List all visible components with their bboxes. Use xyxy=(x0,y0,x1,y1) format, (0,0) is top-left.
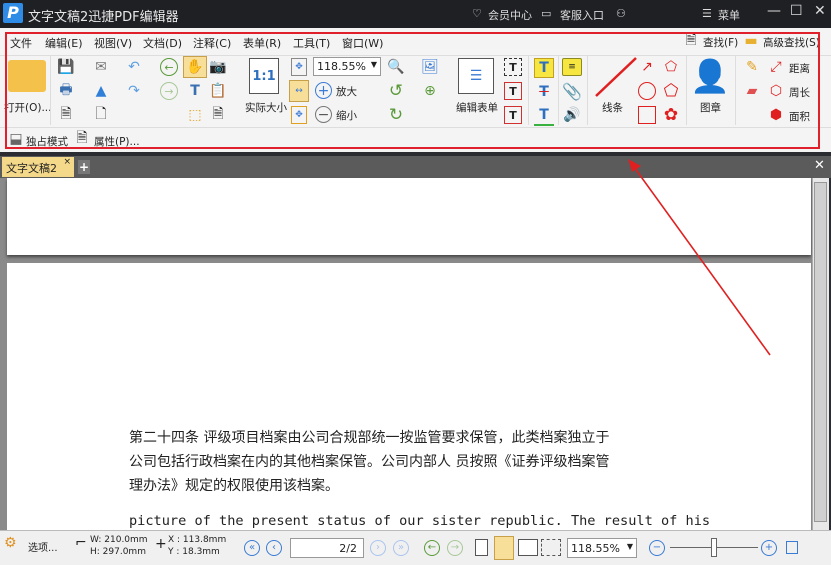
status-zoom-select[interactable]: 118.55% ▼ xyxy=(567,538,637,558)
first-page-button[interactable]: « xyxy=(244,540,260,556)
status-zoom-in-button[interactable]: + xyxy=(761,540,777,556)
page-height: H: 297.0mm xyxy=(90,547,146,557)
continuous-page-icon[interactable] xyxy=(494,536,514,560)
new-tab-button[interactable]: + xyxy=(78,160,90,174)
tab-bar xyxy=(0,156,831,178)
facing-page-icon[interactable] xyxy=(518,539,538,556)
app-logo-icon: P xyxy=(3,3,23,23)
chat-icon: ▭ xyxy=(541,7,551,20)
app-title: 文字文稿2迅捷PDF编辑器 xyxy=(28,6,179,25)
single-page-icon[interactable] xyxy=(475,539,488,556)
tab-document[interactable]: 文字文稿2 × xyxy=(2,157,74,177)
page-number-input[interactable]: 2/2 xyxy=(290,538,364,558)
close-button[interactable]: ✕ xyxy=(814,3,826,19)
continuous-facing-icon[interactable] xyxy=(541,539,561,556)
zoom-slider-handle[interactable] xyxy=(711,538,717,557)
highlight-box xyxy=(5,32,820,149)
cursor-y: Y : 18.3mm xyxy=(168,547,220,557)
status-zoom-out-button[interactable]: − xyxy=(649,540,665,556)
user-icon[interactable]: ⚇ xyxy=(616,7,626,20)
page-size-icon: ⌐ xyxy=(75,535,87,551)
options-button[interactable]: 选项... xyxy=(28,539,58,554)
doc-paragraph-line: 理办法》规定的权限使用该档案。 xyxy=(129,474,339,498)
support-button[interactable]: 客服入口 xyxy=(560,7,604,23)
status-bar: ⚙ 选项... ⌐ W: 210.0mm H: 297.0mm + X : 11… xyxy=(0,530,831,565)
gear-icon: ⚙ xyxy=(4,535,17,551)
page-2: 第二十四条 评级项目档案由公司合规部统一按监管要求保管，此类档案独立于 公司包括… xyxy=(7,263,811,533)
page-width: W: 210.0mm xyxy=(90,535,148,545)
history-back-button[interactable]: ← xyxy=(424,540,440,556)
cursor-position-icon: + xyxy=(155,536,167,552)
page-1 xyxy=(7,178,811,255)
tab-close-icon[interactable]: × xyxy=(63,157,71,167)
chevron-down-icon: ▼ xyxy=(627,542,633,551)
minimize-button[interactable]: — xyxy=(767,3,781,19)
maximize-button[interactable]: ☐ xyxy=(790,3,803,19)
status-zoom-value: 118.55% xyxy=(571,542,620,555)
prev-page-button[interactable]: ‹ xyxy=(266,540,282,556)
vip-icon: ♡ xyxy=(472,7,482,20)
vip-center-button[interactable]: 会员中心 xyxy=(488,7,532,23)
hamburger-icon: ☰ xyxy=(702,7,712,20)
doc-paragraph-line: 第二十四条 评级项目档案由公司合规部统一按监管要求保管，此类档案独立于 xyxy=(129,426,609,450)
doc-paragraph-line: 公司包括行政档案在内的其他档案保管。公司内部人 员按照《证券评级档案管 xyxy=(129,450,609,474)
history-forward-button[interactable]: → xyxy=(447,540,463,556)
close-all-tabs-button[interactable]: ✕ xyxy=(814,158,825,173)
cursor-x: X : 113.8mm xyxy=(168,535,226,545)
last-page-button[interactable]: » xyxy=(393,540,409,556)
title-bar: P 文字文稿2迅捷PDF编辑器 ♡ 会员中心 ▭ 客服入口 ⚇ ☰ 菜单 — ☐… xyxy=(0,0,831,28)
scrollbar-thumb[interactable] xyxy=(814,182,827,522)
menu-button[interactable]: 菜单 xyxy=(718,7,740,23)
fullscreen-icon[interactable] xyxy=(786,541,798,554)
tab-label: 文字文稿2 xyxy=(6,162,57,175)
document-viewport: 第二十四条 评级项目档案由公司合规部统一按监管要求保管，此类档案独立于 公司包括… xyxy=(0,178,812,530)
next-page-button[interactable]: › xyxy=(370,540,386,556)
